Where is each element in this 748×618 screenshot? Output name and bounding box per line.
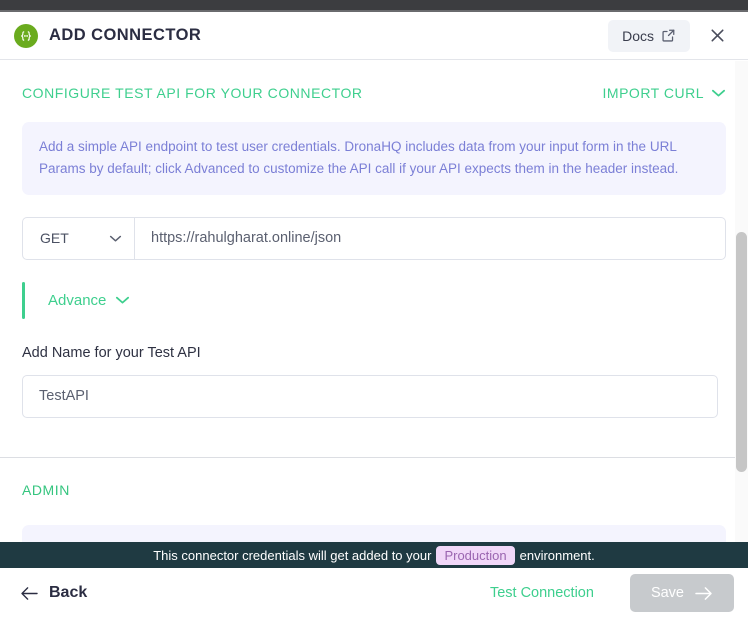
import-curl-label: IMPORT CURL [602, 85, 704, 101]
notice-text-before: This connector credentials will get adde… [153, 547, 432, 563]
admin-credential-option[interactable] [22, 524, 726, 542]
test-api-name-input[interactable] [22, 374, 718, 418]
page-title: ADD CONNECTOR [49, 26, 202, 44]
advance-accent-bar [22, 281, 25, 319]
modal-header: ADD CONNECTOR Docs [0, 12, 748, 60]
advance-label: Advance [48, 291, 107, 309]
notice-text-after: environment. [519, 547, 595, 563]
configure-test-api-section: CONFIGURE TEST API FOR YOUR CONNECTOR IM… [0, 61, 748, 101]
back-button-label: Back [49, 584, 88, 601]
info-banner: Add a simple API endpoint to test user c… [22, 122, 726, 195]
http-method-value: GET [40, 230, 69, 247]
modal-body-scroll-area[interactable]: CONFIGURE TEST API FOR YOUR CONNECTOR IM… [0, 61, 748, 542]
test-api-name-label: Add Name for your Test API [22, 344, 201, 361]
request-row: GET [22, 216, 726, 260]
advance-row: Advance [22, 281, 726, 319]
api-url-input[interactable] [135, 216, 726, 260]
http-method-select[interactable]: GET [22, 216, 135, 260]
advance-toggle-button[interactable]: Advance [48, 292, 130, 309]
arrow-right-icon [694, 586, 713, 601]
add-connector-modal: ADD CONNECTOR Docs CONFIGURE TEST API FO… [0, 0, 748, 618]
environment-notice-bar: This connector credentials will get adde… [0, 542, 748, 568]
scrollbar-track[interactable] [735, 61, 748, 542]
docs-button[interactable]: Docs [608, 19, 690, 52]
connector-braces-icon [14, 23, 38, 48]
back-button[interactable]: Back [14, 580, 93, 606]
chevron-down-icon [109, 234, 122, 243]
save-button-label: Save [650, 585, 684, 601]
arrow-left-icon [20, 586, 39, 601]
docs-button-label: Docs [622, 27, 654, 44]
external-link-icon [661, 28, 676, 43]
footer-action-bar: Back Test Connection Save [0, 568, 748, 618]
browser-chrome-bar [0, 0, 748, 10]
import-curl-button[interactable]: IMPORT CURL [603, 85, 726, 101]
chevron-down-icon [115, 295, 130, 305]
chevron-down-icon [711, 88, 726, 98]
environment-chip: Production [436, 545, 515, 565]
scrollbar-thumb[interactable] [736, 232, 747, 472]
close-icon [708, 26, 727, 45]
section-title-admin: ADMIN [22, 481, 70, 498]
save-button[interactable]: Save [629, 574, 734, 612]
test-connection-button[interactable]: Test Connection [482, 579, 602, 607]
admin-section: ADMIN [0, 458, 748, 498]
close-button[interactable] [700, 19, 734, 53]
